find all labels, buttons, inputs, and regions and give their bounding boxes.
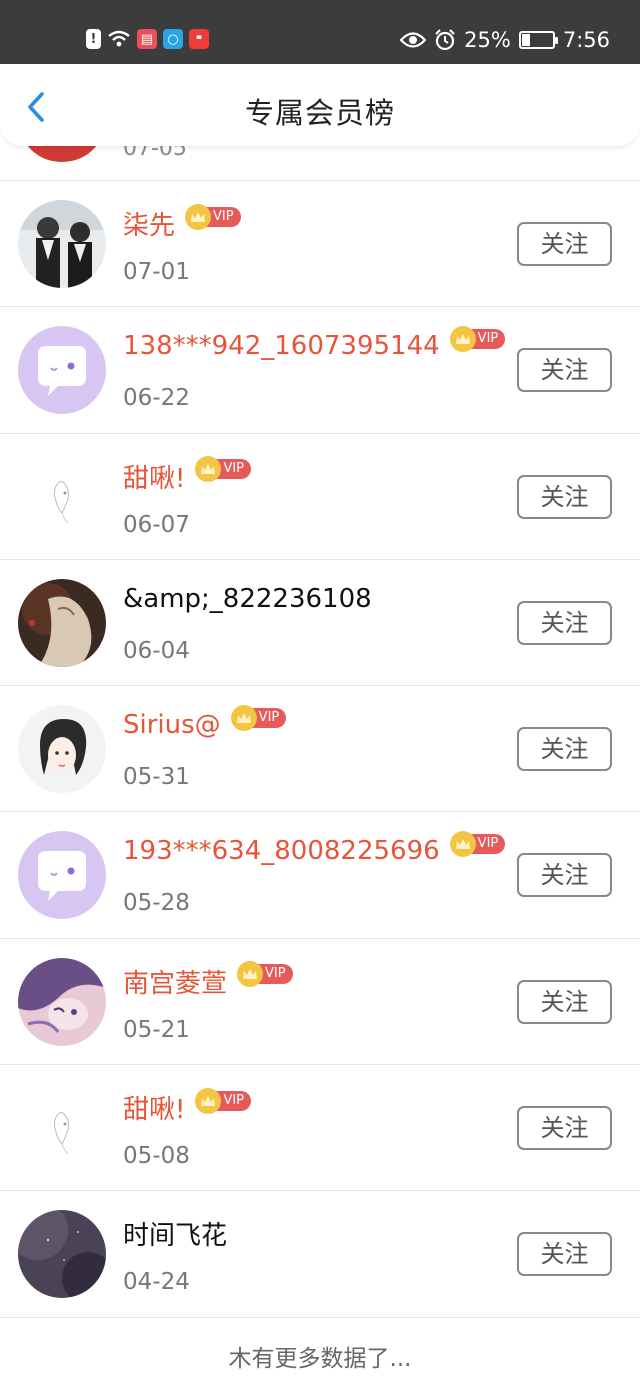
follow-button[interactable]: 关注 <box>517 222 612 266</box>
vip-badge: VIP <box>237 961 293 988</box>
crown-icon <box>185 203 212 230</box>
member-date: 05-21 <box>123 1016 190 1043</box>
follow-button[interactable]: 关注 <box>517 600 612 645</box>
member-date: 05-08 <box>123 1143 190 1170</box>
list-item[interactable]: 时间飞花 04-24 关注 <box>0 1191 640 1318</box>
member-name: Sirius@ <box>123 710 221 741</box>
member-name: 南宫菱萱 <box>123 968 228 999</box>
member-date: 06-22 <box>123 385 190 412</box>
list-item[interactable]: Sirius@ VIP 05-31 关注 <box>0 686 640 813</box>
crown-icon <box>449 326 476 353</box>
wifi-icon <box>108 30 130 47</box>
app-icon: ▤ <box>137 29 157 49</box>
crown-icon <box>449 831 476 858</box>
follow-button[interactable]: 关注 <box>517 853 612 898</box>
member-date: 05-31 <box>123 764 190 791</box>
follow-button[interactable]: 关注 <box>517 727 612 772</box>
status-system: 25% 7:56 <box>400 24 610 56</box>
member-date: 07-05 <box>123 146 187 161</box>
list-item[interactable]: 甜啾! VIP 05-08 关注 <box>0 1065 640 1192</box>
member-date: 07-01 <box>123 259 190 285</box>
crown-icon <box>195 1087 222 1114</box>
list-item[interactable]: 138***942_1607395144 VIP 06-22 关注 <box>0 307 640 434</box>
avatar[interactable] <box>18 705 106 794</box>
list-item[interactable]: 甜啾! VIP 06-07 关注 <box>0 434 640 560</box>
battery-percent: 25% <box>464 28 511 52</box>
avatar[interactable] <box>18 1210 106 1299</box>
avatar[interactable] <box>18 326 106 415</box>
search-app-icon: ○ <box>163 29 183 49</box>
eye-icon <box>400 32 427 48</box>
list-item[interactable]: 07-05 <box>0 146 640 181</box>
avatar[interactable] <box>18 452 106 541</box>
avatar[interactable] <box>18 200 106 288</box>
list-item[interactable]: &amp;_822236108 06-04 关注 <box>0 560 640 687</box>
vip-badge: VIP <box>449 831 506 858</box>
follow-button[interactable]: 关注 <box>517 474 612 519</box>
member-name: &amp;_822236108 <box>123 583 372 614</box>
alarm-icon <box>435 29 455 51</box>
avatar[interactable] <box>18 1084 106 1173</box>
vip-badge: VIP <box>185 203 241 230</box>
list-item[interactable]: 柒先 VIP 07-01 关注 <box>0 181 640 308</box>
alert-icon: ! <box>86 29 101 49</box>
member-date: 06-04 <box>123 637 190 664</box>
huawei-app-icon: ▀ <box>189 29 209 49</box>
page-title: 专属会员榜 <box>244 96 395 130</box>
list-item[interactable]: 193***634_8008225696 VIP 05-28 关注 <box>0 812 640 939</box>
avatar[interactable] <box>20 146 104 162</box>
top-nav: 专属会员榜 <box>0 64 640 146</box>
member-name: 时间飞花 <box>123 1221 228 1252</box>
follow-button[interactable]: 关注 <box>517 1232 612 1277</box>
follow-button[interactable]: 关注 <box>517 1106 612 1151</box>
member-name: 193***634_8008225696 <box>123 836 440 867</box>
vip-badge: VIP <box>195 1087 252 1114</box>
member-date: 05-28 <box>123 890 190 917</box>
avatar[interactable] <box>18 578 106 667</box>
vip-badge: VIP <box>449 326 506 353</box>
avatar[interactable] <box>18 957 106 1046</box>
vip-badge: VIP <box>195 456 252 483</box>
follow-button[interactable]: 关注 <box>517 348 612 393</box>
member-name: 柒先 <box>123 211 176 241</box>
member-name: 甜啾! <box>123 1095 186 1126</box>
avatar[interactable] <box>18 831 106 920</box>
status-bar: ! ▤ ○ ▀ 25% 7:56 <box>0 0 640 64</box>
member-name: 甜啾! <box>123 463 186 494</box>
member-date: 04-24 <box>123 1269 190 1296</box>
follow-button[interactable]: 关注 <box>517 979 612 1024</box>
clock: 7:56 <box>562 28 610 52</box>
member-list: 07-05 柒先 VIP 07-01 关注 138***942_16073951… <box>0 146 640 1318</box>
crown-icon <box>230 705 257 732</box>
member-name: 138***942_1607395144 <box>123 331 440 362</box>
battery-icon <box>518 31 558 49</box>
member-date: 06-07 <box>123 511 190 538</box>
no-more-data-label: 木有更多数据了... <box>228 1346 412 1372</box>
list-item[interactable]: 南宫菱萱 VIP 05-21 关注 <box>0 939 640 1066</box>
status-notifications: ! ▤ ○ ▀ <box>86 26 209 52</box>
vip-badge: VIP <box>230 705 287 732</box>
